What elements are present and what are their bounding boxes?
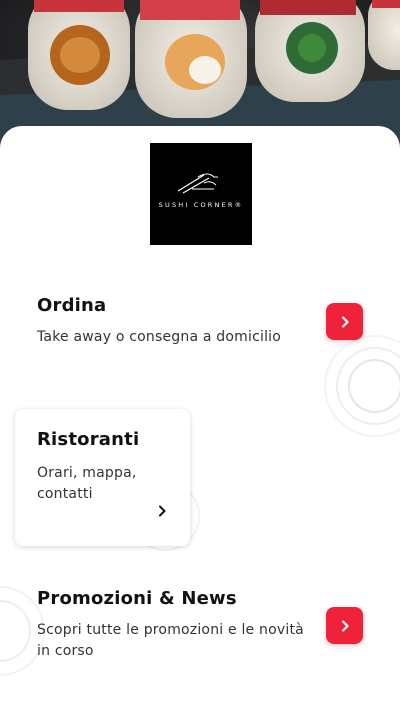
- promozioni-title: Promozioni & News: [37, 588, 237, 609]
- chopsticks-logo-icon: [177, 173, 218, 194]
- ordina-description: Take away o consegna a domicilio: [37, 329, 282, 345]
- chevron-right-icon: [341, 315, 349, 328]
- ristoranti-description: Orari, mappa, contatti: [37, 465, 137, 502]
- promozioni-description: Scopri tutte le promozioni e le novità i…: [37, 622, 304, 659]
- logo-wordmark: SUSHI CORNER®: [158, 201, 244, 209]
- ordina-arrow-button[interactable]: [326, 303, 363, 340]
- ordina-title: Ordina: [37, 295, 107, 316]
- sushi-corner-logo: SUSHI CORNER®: [150, 143, 252, 245]
- ristoranti-title: Ristoranti: [37, 429, 140, 450]
- decorative-rings-right: [324, 335, 400, 437]
- promozioni-arrow-button[interactable]: [326, 607, 363, 644]
- chevron-right-icon[interactable]: [155, 504, 169, 518]
- content-sheet: SUSHI CORNER® Ordina Take away o consegn…: [0, 126, 400, 711]
- chevron-right-icon: [341, 619, 349, 632]
- section-ristoranti-card[interactable]: Ristoranti Orari, mappa, contatti: [15, 409, 190, 546]
